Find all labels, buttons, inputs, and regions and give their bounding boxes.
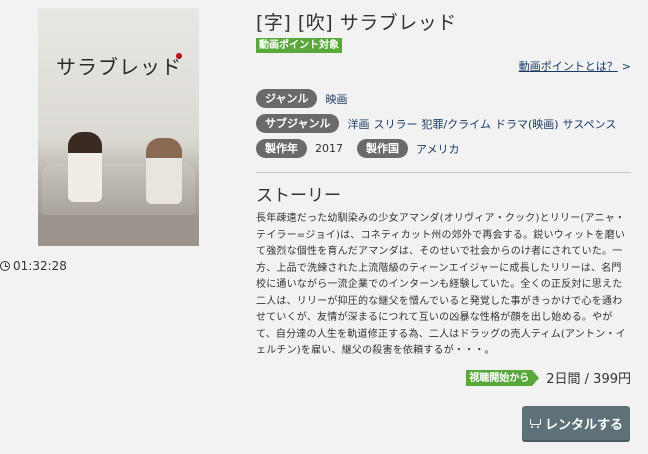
genre-label: ジャンル [256,89,318,108]
point-info-link-label: 動画ポイントとは？ [518,60,618,73]
poster-figure-left [68,132,102,202]
runtime-value: 01:32:28 [13,259,67,273]
rental-price-row: 視聴開始から 2日間 / 399円 [466,368,631,387]
story-text: 長年疎遠だった幼馴染みの少女アマンダ(オリヴィア・クック)とリリー(アニャ・テイ… [256,213,626,356]
divider [256,172,631,173]
subgenre-item[interactable]: 犯罪/クライム [421,116,491,132]
country-label: 製作国 [357,139,408,158]
clock-icon [0,261,10,271]
story-heading: ストーリー [256,186,341,206]
rental-price: 2日間 / 399円 [546,372,631,387]
country-value[interactable]: アメリカ [416,141,459,157]
cart-icon [529,418,541,428]
page-title: [字] [吹] サラブレッド [256,12,457,34]
point-info-link[interactable]: 動画ポイントとは？ > [519,58,631,74]
genre-row: ジャンル 映画 [256,89,361,108]
chevron-right-icon: > [621,60,631,73]
rent-button-label: レンタルする [544,416,623,432]
runtime: 01:32:28 [0,259,67,273]
year-country-row: 製作年 2017 製作国 アメリカ [256,139,473,158]
poster-image: サラブレッド [38,8,199,246]
point-badge: 動画ポイント対象 [256,38,342,53]
year-value: 2017 [315,142,343,155]
poster-floor [38,215,199,246]
subgenre-item[interactable]: スリラー [373,116,417,132]
poster-figure-right [146,138,182,204]
subgenre-item[interactable]: サスペンス [563,116,617,132]
subgenre-item[interactable]: ドラマ(映画) [495,116,559,132]
rent-button[interactable]: レンタルする [522,406,630,440]
watch-start-badge: 視聴開始から [466,369,540,386]
year-label: 製作年 [256,139,307,158]
genre-value[interactable]: 映画 [325,91,347,107]
subgenre-item[interactable]: 洋画 [347,116,369,132]
subgenre-label: サブジャンル [256,114,340,133]
subgenre-row: サブジャンル 洋画 スリラー 犯罪/クライム ドラマ(映画) サスペンス [256,114,616,133]
poster-title: サラブレッド [56,55,182,79]
